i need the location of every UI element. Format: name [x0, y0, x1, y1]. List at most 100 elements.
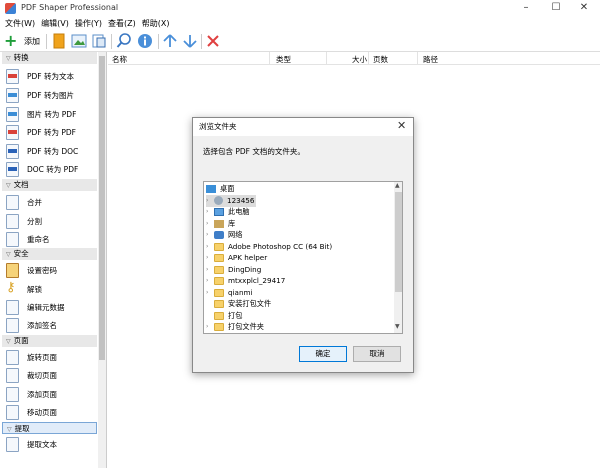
scroll-down-arrow-icon[interactable]: ▼	[395, 323, 400, 330]
add-pdf-icon[interactable]	[51, 33, 67, 49]
category-security[interactable]: ▽ 安全	[2, 248, 97, 260]
move-down-icon[interactable]	[182, 33, 198, 49]
sidebar-item-doc-to-pdf[interactable]: DOC 转为 PDF	[6, 160, 78, 178]
expand-arrow-icon[interactable]: ›	[206, 208, 214, 215]
tree-scrollbar-thumb[interactable]	[395, 192, 402, 292]
desktop-icon	[206, 184, 216, 193]
browse-folder-dialog: 浏览文件夹 ✕ 选择包含 PDF 文档的文件夹。 桌面 › 123456 › 此电脑…	[192, 117, 414, 373]
sidebar-item-pdf-to-text[interactable]: PDF 转为文本	[6, 67, 74, 85]
sidebar-item-crop-pages[interactable]: 裁切页面	[6, 366, 57, 384]
sidebar-item-split[interactable]: 分割	[6, 212, 42, 230]
toolbar-separator	[46, 34, 47, 49]
tree-item-folder[interactable]: › 打包文件夹	[206, 321, 264, 333]
tree-item-folder[interactable]: › qianmi	[206, 287, 253, 299]
column-size[interactable]: 大小	[352, 54, 367, 65]
column-name[interactable]: 名称	[112, 54, 127, 65]
category-extract[interactable]: ▽ 提取	[2, 422, 97, 434]
tree-item-desktop[interactable]: 桌面	[206, 183, 234, 195]
computer-icon	[214, 207, 224, 216]
tree-item-label: 打包文件夹	[228, 321, 264, 331]
tree-item-library[interactable]: › 库	[206, 218, 235, 230]
pdf-to-text-icon	[6, 68, 19, 84]
sidebar-item-unlock[interactable]: 解锁	[6, 280, 42, 298]
sidebar-item-move-pages[interactable]: 移动页面	[6, 403, 57, 421]
move-up-icon[interactable]	[162, 33, 178, 49]
tree-item-network[interactable]: › 网络	[206, 229, 242, 241]
tree-item-folder[interactable]: 打包	[206, 310, 242, 322]
category-label: 页面	[13, 336, 29, 345]
expand-arrow-icon[interactable]: ›	[206, 243, 214, 250]
sidebar-item-label: 旋转页面	[27, 352, 57, 362]
dialog-close-button[interactable]: ✕	[397, 119, 406, 132]
sidebar-item-image-to-pdf[interactable]: 图片 转为 PDF	[6, 105, 76, 123]
sidebar-item-merge[interactable]: 合并	[6, 193, 42, 211]
sidebar-item-add-pages[interactable]: 添加页面	[6, 385, 57, 403]
tree-item-label: mtxxplcl_29417	[228, 276, 286, 286]
sidebar-item-pdf-to-pdf[interactable]: PDF 转为 PDF	[6, 123, 76, 141]
column-divider[interactable]	[326, 52, 327, 65]
column-pages[interactable]: 页数	[373, 54, 388, 65]
expand-arrow-icon[interactable]: ›	[206, 277, 214, 284]
column-divider[interactable]	[269, 52, 270, 65]
expand-arrow-icon[interactable]: ›	[206, 254, 214, 261]
tree-item-folder[interactable]: › Adobe Photoshop CC (64 Bit)	[206, 241, 332, 253]
info-icon[interactable]	[137, 33, 153, 49]
tree-item-label: DingDing	[228, 265, 262, 275]
menu-help[interactable]: 帮助(X)	[141, 16, 175, 30]
tree-item-user[interactable]: › 123456	[206, 195, 256, 207]
tree-item-folder[interactable]: › DingDing	[206, 264, 261, 276]
maximize-button[interactable]: ☐	[542, 1, 570, 15]
sidebar-scrollbar-thumb[interactable]	[99, 56, 105, 360]
menu-view[interactable]: 查看(Z)	[107, 16, 141, 30]
sidebar-item-label: PDF 转为文本	[27, 71, 74, 81]
scroll-up-arrow-icon[interactable]: ▲	[395, 182, 400, 189]
sidebar-item-pdf-to-image[interactable]: PDF 转为图片	[6, 86, 74, 104]
sidebar-item-set-password[interactable]: 设置密码	[6, 261, 57, 279]
menu-action[interactable]: 操作(Y)	[74, 16, 107, 30]
expand-arrow-icon[interactable]: ›	[206, 323, 214, 330]
close-window-button[interactable]: ✕	[570, 1, 598, 15]
sidebar-item-label: 编辑元数据	[27, 302, 65, 312]
tree-item-folder[interactable]: › mtxxplcl_29417	[206, 275, 285, 287]
sidebar-item-add-signature[interactable]: 添加签名	[6, 316, 57, 334]
file-list-header: 名称 类型 大小 页数 路径	[108, 52, 600, 65]
sidebar-item-extract-text[interactable]: 提取文本	[6, 435, 57, 453]
expand-arrow-icon[interactable]: ›	[206, 220, 214, 227]
expand-arrow-icon[interactable]: ›	[206, 289, 214, 296]
tree-item-folder[interactable]: › APK helper	[206, 252, 267, 264]
cancel-button[interactable]: 取消	[353, 346, 401, 362]
tree-item-label: 库	[228, 218, 236, 228]
sidebar-item-label: 添加页面	[27, 389, 57, 399]
tree-item-folder[interactable]: 安装打包文件	[206, 298, 271, 310]
add-page-icon	[6, 386, 19, 402]
sidebar-item-rename[interactable]: 重命名	[6, 230, 50, 248]
column-path[interactable]: 路径	[423, 54, 438, 65]
remove-icon[interactable]	[205, 33, 221, 49]
column-type[interactable]: 类型	[276, 54, 291, 65]
add-image-icon[interactable]	[71, 33, 87, 49]
expand-arrow-icon[interactable]: ›	[206, 266, 214, 273]
sidebar-item-rotate-pages[interactable]: 旋转页面	[6, 348, 57, 366]
category-convert[interactable]: ▽ 转换	[2, 52, 97, 64]
menu-file[interactable]: 文件(W)	[4, 16, 40, 30]
add-button[interactable]: + 添加	[4, 32, 50, 50]
expand-arrow-icon[interactable]: ›	[206, 197, 214, 204]
expand-arrow-icon[interactable]: ›	[206, 231, 214, 238]
category-document[interactable]: ▽ 文档	[2, 179, 97, 191]
library-icon	[214, 219, 224, 228]
column-divider[interactable]	[417, 52, 418, 65]
sidebar-item-pdf-to-doc[interactable]: PDF 转为 DOC	[6, 142, 78, 160]
column-divider[interactable]	[368, 52, 369, 65]
collapse-arrow-icon: ▽	[6, 55, 11, 62]
add-folder-icon[interactable]	[91, 33, 107, 49]
search-icon[interactable]	[116, 33, 132, 49]
folder-icon	[214, 299, 224, 308]
menu-edit[interactable]: 编辑(V)	[40, 16, 74, 30]
tree-item-this-pc[interactable]: › 此电脑	[206, 206, 250, 218]
ok-button[interactable]: 确定	[299, 346, 347, 362]
category-page[interactable]: ▽ 页面	[2, 335, 97, 347]
sidebar-item-label: 添加签名	[27, 320, 57, 330]
sidebar-item-edit-metadata[interactable]: 编辑元数据	[6, 298, 65, 316]
folder-tree[interactable]: 桌面 › 123456 › 此电脑 › 库 › 网络 › Adobe Photoshop …	[203, 181, 403, 334]
minimize-button[interactable]: –	[512, 1, 540, 15]
